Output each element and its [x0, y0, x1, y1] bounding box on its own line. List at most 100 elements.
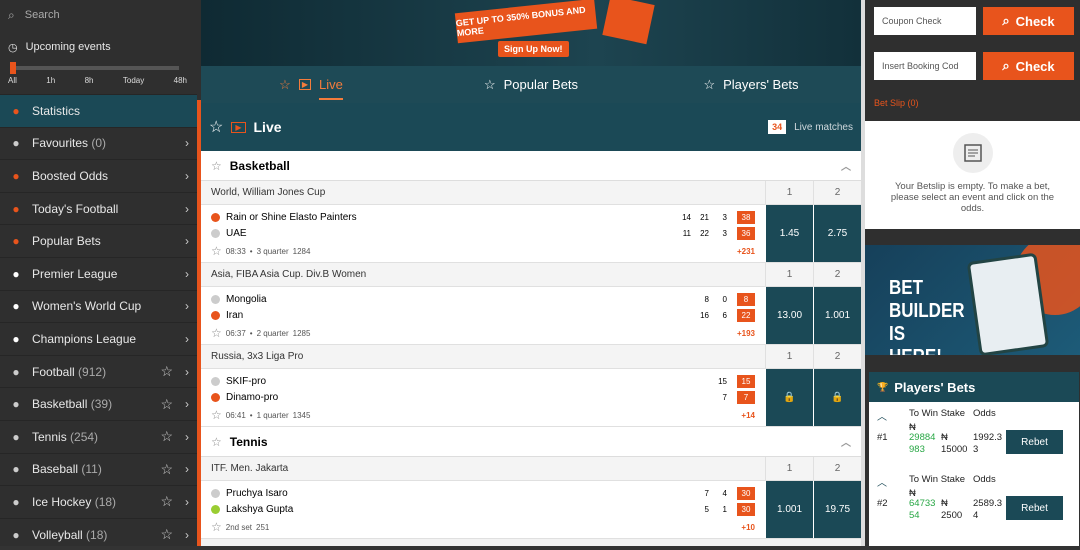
- star-icon[interactable]: ☆: [160, 493, 173, 510]
- star-icon[interactable]: ☆: [160, 461, 173, 478]
- coupon-input[interactable]: Coupon Check: [874, 7, 976, 35]
- more-markets[interactable]: +231: [737, 247, 755, 256]
- promo-banner[interactable]: GET UP TO 350% BONUS AND MORE Sign Up No…: [201, 0, 861, 66]
- sidebar-item[interactable]: ● Statistics: [0, 94, 197, 127]
- match-info: Pruchya Isaro 7 4 30 Lakshya Gupta 5 1 30 ☆ 2nd s…: [201, 481, 765, 538]
- sidebar-item[interactable]: ● Football (912) ☆ ›: [0, 354, 197, 388]
- fire-icon: ●: [12, 234, 20, 249]
- sidebar-item-label: Football (912): [32, 364, 107, 379]
- chevron-up-icon[interactable]: ︿: [877, 474, 887, 489]
- period-score: 15: [718, 376, 727, 386]
- search-placeholder: Search: [24, 9, 60, 21]
- chevron-up-icon[interactable]: ︿: [877, 408, 887, 423]
- upcoming-events[interactable]: ◷ Upcoming events: [0, 30, 197, 64]
- bet-index: #2: [877, 498, 888, 509]
- odd-header: 2: [813, 344, 861, 369]
- sidebar-item[interactable]: ● Popular Bets ›: [0, 224, 197, 257]
- bet-index: #1: [877, 432, 888, 443]
- sidebar-item[interactable]: ● Tennis (254) ☆ ›: [0, 419, 197, 453]
- team-row: Mongolia 8 0 8: [211, 291, 755, 307]
- clock-icon: ◷: [8, 41, 18, 54]
- time-tick[interactable]: Today: [123, 76, 144, 94]
- sidebar-search[interactable]: ⌕ Search: [0, 0, 197, 30]
- bet-builder-banner[interactable]: BET BUILDER IS HERE!: [865, 245, 1080, 355]
- tab-popular-bets[interactable]: ☆ Popular Bets: [421, 66, 641, 103]
- star-icon[interactable]: ☆: [211, 435, 222, 449]
- chevron-up-icon[interactable]: ︿: [841, 158, 851, 173]
- sidebar-item[interactable]: ● Premier League ›: [0, 256, 197, 290]
- upcoming-label: Upcoming events: [25, 41, 111, 53]
- rebet-button[interactable]: Rebet: [1006, 430, 1063, 454]
- odd-button[interactable]: 2.75: [813, 205, 861, 262]
- match-row[interactable]: Pruchya Isaro 7 4 30 Lakshya Gupta 5 1 30 ☆ 2nd s…: [201, 481, 861, 539]
- tab-live[interactable]: ☆ ▶ Live: [201, 66, 421, 103]
- betslip-icon: [952, 133, 993, 173]
- booking-check-button[interactable]: ⌕ Check: [983, 52, 1074, 80]
- odd-button[interactable]: 13.00: [765, 287, 813, 344]
- sidebar-item-label: Volleyball (18): [32, 527, 108, 542]
- betslip-label[interactable]: Bet Slip (0): [874, 98, 919, 108]
- star-icon[interactable]: ☆: [211, 326, 222, 340]
- sidebar-item[interactable]: ● Favourites (0) ›: [0, 126, 197, 160]
- sidebar-item-label: Basketball (39): [32, 397, 113, 412]
- time-tick[interactable]: 48h: [174, 76, 187, 94]
- star-icon[interactable]: ☆: [211, 520, 222, 534]
- period-score: 22: [700, 228, 709, 238]
- star-icon[interactable]: ☆: [211, 159, 222, 173]
- time-slider[interactable]: [10, 62, 187, 74]
- sidebar-item[interactable]: ● Volleyball (18) ☆ ›: [0, 517, 197, 550]
- sections: ☆ Basketball ︿ World, William Jones Cup 1 2 Ra…: [201, 151, 861, 539]
- team-name: Pruchya Isaro: [226, 487, 288, 499]
- players-bets-panel: 🏆 Players' Bets ︿ #1 To Win Stake Odds ₦…: [869, 372, 1079, 546]
- sidebar-item[interactable]: ● Basketball (39) ☆ ›: [0, 387, 197, 420]
- star-icon[interactable]: ☆: [160, 396, 173, 413]
- odd-button[interactable]: 1.45: [765, 205, 813, 262]
- check-label: Check: [1015, 58, 1055, 74]
- signup-button[interactable]: Sign Up Now!: [498, 41, 569, 57]
- team-name: Dinamo-pro: [226, 391, 279, 403]
- main-content: GET UP TO 350% BONUS AND MORE Sign Up No…: [201, 0, 861, 546]
- team-name: SKIF-pro: [226, 375, 267, 387]
- rebet-button[interactable]: Rebet: [1006, 496, 1063, 520]
- star-icon[interactable]: ☆: [211, 408, 222, 422]
- match-row[interactable]: SKIF-pro 15 15 Dinamo-pro 7 7 ☆ 06:41 • 1 quarter…: [201, 369, 861, 427]
- sidebar-item[interactable]: ● Today's Football ›: [0, 191, 197, 225]
- play-icon: ▶: [298, 79, 311, 90]
- check-label: Check: [1015, 13, 1055, 29]
- team-icon: [211, 310, 220, 320]
- time-tick[interactable]: 8h: [85, 76, 94, 94]
- match-row[interactable]: Mongolia 8 0 8 Iran 16 6 22 ☆ 06:37 • 2 quarter 1285…: [201, 287, 861, 345]
- sport-header[interactable]: ☆ Basketball ︿: [201, 151, 861, 181]
- odd-button[interactable]: 19.75: [813, 481, 861, 538]
- sidebar-item[interactable]: ● Baseball (11) ☆ ›: [0, 452, 197, 486]
- more-markets[interactable]: +193: [737, 329, 755, 338]
- odd-button[interactable]: 🔒: [813, 369, 861, 426]
- star-icon[interactable]: ☆: [211, 244, 222, 258]
- sidebar-item[interactable]: ● Ice Hockey (18) ☆ ›: [0, 485, 197, 518]
- time-tick[interactable]: 1h: [46, 76, 55, 94]
- chevron-up-icon[interactable]: ︿: [841, 434, 851, 449]
- time-tick[interactable]: All: [8, 76, 17, 94]
- sidebar-item[interactable]: ● Champions League ›: [0, 322, 197, 355]
- tab-players-bets[interactable]: ☆ Players' Bets: [641, 66, 861, 103]
- match-info: Mongolia 8 0 8 Iran 16 6 22 ☆ 06:37 • 2 quarter 1285…: [201, 287, 765, 344]
- more-markets[interactable]: +14: [741, 411, 755, 420]
- sidebar-item[interactable]: ● Boosted Odds ›: [0, 159, 197, 192]
- star-icon[interactable]: ☆: [209, 117, 223, 137]
- odd-button[interactable]: 1.001: [813, 287, 861, 344]
- slider-handle[interactable]: [10, 62, 16, 74]
- sidebar-item-label: Popular Bets: [32, 234, 101, 249]
- sidebar-item[interactable]: ● Women's World Cup ›: [0, 289, 197, 323]
- match-row[interactable]: Rain or Shine Elasto Painters 14 21 3 38 UAE 1…: [201, 205, 861, 263]
- odd-button[interactable]: 🔒: [765, 369, 813, 426]
- booking-code-input[interactable]: Insert Booking Cod: [874, 52, 976, 80]
- star-icon[interactable]: ☆: [160, 428, 173, 445]
- coupon-check-button[interactable]: ⌕ Check: [983, 7, 1074, 35]
- odd-button[interactable]: 1.001: [765, 481, 813, 538]
- star-icon[interactable]: ☆: [160, 363, 173, 380]
- star-icon[interactable]: ☆: [160, 526, 173, 543]
- naira-icon: ₦: [941, 432, 948, 443]
- more-markets[interactable]: +10: [741, 523, 755, 532]
- sport-header[interactable]: ☆ Tennis ︿: [201, 427, 861, 457]
- team-row: Pruchya Isaro 7 4 30: [211, 485, 755, 501]
